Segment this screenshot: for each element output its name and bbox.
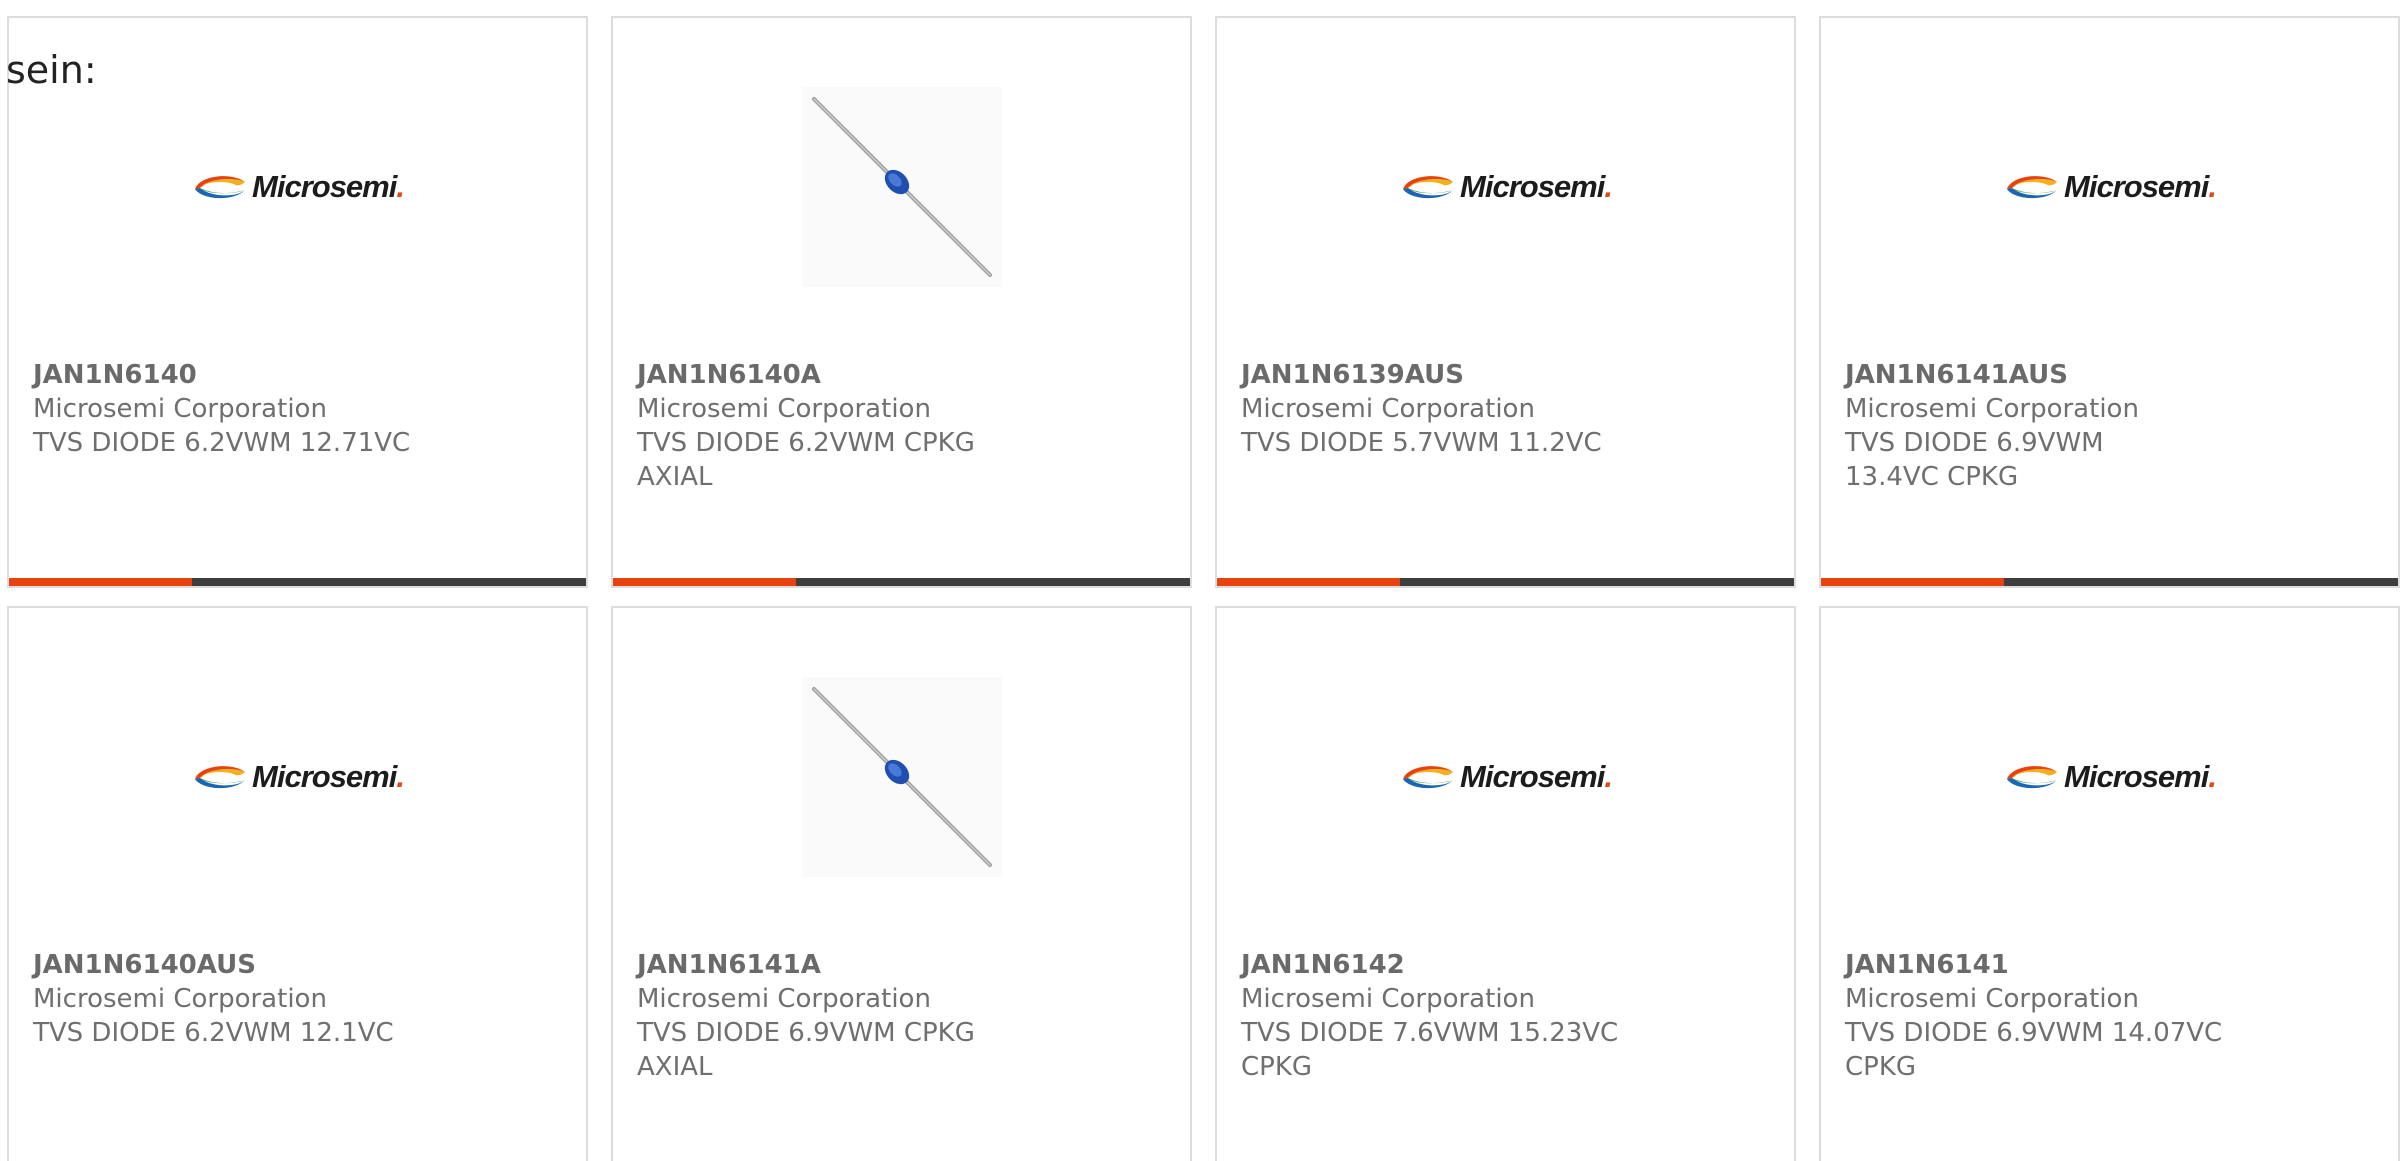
microsemi-swirl-icon — [2007, 766, 2058, 789]
product-image[interactable] — [802, 87, 1002, 287]
product-image[interactable]: Microsemi. — [2007, 677, 2217, 877]
microsemi-swirl-icon — [195, 176, 246, 199]
card-footer-bar — [1217, 578, 1794, 586]
part-number[interactable]: JAN1N6141A — [637, 948, 1057, 982]
part-number[interactable]: JAN1N6140 — [33, 358, 453, 392]
microsemi-swirl-icon — [2007, 176, 2058, 199]
logo-wordmark: Microsemi. — [252, 169, 405, 204]
part-number[interactable]: JAN1N6142 — [1241, 948, 1641, 982]
microsemi-logo: Microsemi. — [1400, 759, 1613, 795]
card-footer-bar — [9, 578, 586, 586]
product-card[interactable]: JAN1N6140A Microsemi Corporation TVS DIO… — [611, 16, 1192, 588]
product-card[interactable]: Microsemi. JAN1N6142 Microsemi Corporati… — [1215, 606, 1796, 1161]
description: TVS DIODE 6.9VWM 14.07VC CPKG — [1845, 1018, 2223, 1082]
manufacturer: Microsemi Corporation — [1845, 984, 2139, 1014]
logo-wordmark: Microsemi. — [252, 759, 405, 794]
product-card[interactable]: Microsemi. JAN1N6141 Microsemi Corporati… — [1819, 606, 2400, 1161]
microsemi-logo: Microsemi. — [192, 759, 405, 795]
microsemi-swirl-icon — [1403, 176, 1454, 199]
logo-wordmark: Microsemi. — [2064, 169, 2217, 204]
manufacturer: Microsemi Corporation — [1241, 984, 1535, 1014]
product-card[interactable]: Microsemi. JAN1N6141AUS Microsemi Corpor… — [1819, 16, 2400, 588]
product-card[interactable]: Microsemi. JAN1N6140 Microsemi Corporati… — [7, 16, 588, 588]
microsemi-swirl-icon — [1403, 766, 1454, 789]
product-image[interactable]: Microsemi. — [195, 87, 405, 287]
product-image[interactable] — [802, 677, 1002, 877]
product-card[interactable]: JAN1N6141A Microsemi Corporation TVS DIO… — [611, 606, 1192, 1161]
axial-diode-image — [802, 87, 1002, 287]
manufacturer: Microsemi Corporation — [33, 394, 327, 424]
intro-text: sein: — [6, 48, 97, 92]
description: TVS DIODE 6.9VWM 13.4VC CPKG — [1845, 428, 2104, 492]
microsemi-swirl-icon — [195, 766, 246, 789]
microsemi-logo: Microsemi. — [2004, 759, 2217, 795]
description: TVS DIODE 7.6VWM 15.23VC CPKG — [1241, 1018, 1619, 1082]
manufacturer: Microsemi Corporation — [33, 984, 327, 1014]
logo-wordmark: Microsemi. — [1460, 169, 1613, 204]
microsemi-logo: Microsemi. — [1400, 169, 1613, 205]
description: TVS DIODE 6.2VWM 12.71VC — [33, 428, 411, 458]
manufacturer: Microsemi Corporation — [637, 984, 931, 1014]
description: TVS DIODE 5.7VWM 11.2VC — [1241, 428, 1602, 458]
manufacturer: Microsemi Corporation — [637, 394, 931, 424]
part-number[interactable]: JAN1N6139AUS — [1241, 358, 1661, 392]
manufacturer: Microsemi Corporation — [1241, 394, 1535, 424]
logo-wordmark: Microsemi. — [2064, 759, 2217, 794]
part-number[interactable]: JAN1N6140A — [637, 358, 1057, 392]
part-number[interactable]: JAN1N6141AUS — [1845, 358, 2205, 392]
product-image[interactable]: Microsemi. — [195, 677, 405, 877]
card-footer-bar — [613, 578, 1190, 586]
product-image[interactable]: Microsemi. — [2007, 87, 2217, 287]
card-footer-bar — [1821, 578, 2398, 586]
logo-wordmark: Microsemi. — [1460, 759, 1613, 794]
microsemi-logo: Microsemi. — [2004, 169, 2217, 205]
part-number[interactable]: JAN1N6140AUS — [33, 948, 453, 982]
description: TVS DIODE 6.2VWM CPKG AXIAL — [637, 428, 975, 492]
description: TVS DIODE 6.2VWM 12.1VC — [33, 1018, 394, 1048]
product-card[interactable]: Microsemi. JAN1N6139AUS Microsemi Corpor… — [1215, 16, 1796, 588]
description: TVS DIODE 6.9VWM CPKG AXIAL — [637, 1018, 975, 1082]
part-number[interactable]: JAN1N6141 — [1845, 948, 2245, 982]
product-image[interactable]: Microsemi. — [1403, 677, 1613, 877]
manufacturer: Microsemi Corporation — [1845, 394, 2139, 424]
product-image[interactable]: Microsemi. — [1403, 87, 1613, 287]
microsemi-logo: Microsemi. — [192, 169, 405, 205]
axial-diode-image — [802, 677, 1002, 877]
product-card[interactable]: Microsemi. JAN1N6140AUS Microsemi Corpor… — [7, 606, 588, 1161]
product-grid-page: sein: Microsemi. JAN1N6140 Microsemi Cor… — [0, 0, 2400, 1161]
